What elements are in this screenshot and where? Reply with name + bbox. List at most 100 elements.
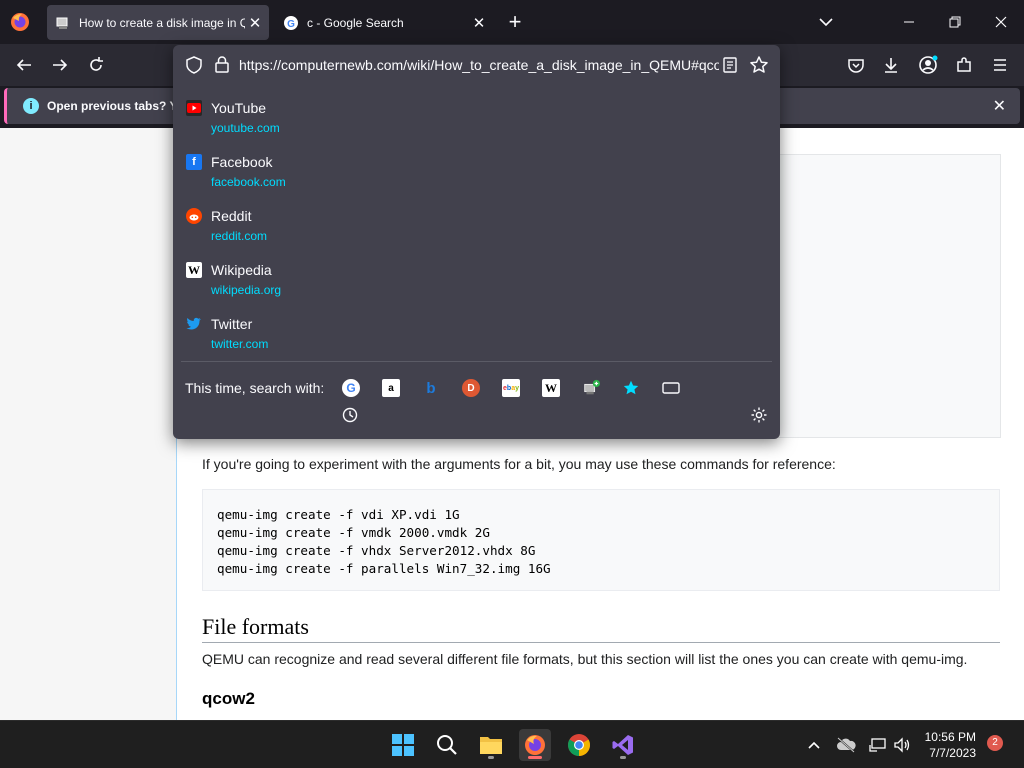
tab-title: How to create a disk image in QEMU (79, 15, 245, 30)
tab-title: c - Google Search (307, 15, 404, 30)
bookmarks-icon[interactable] (622, 379, 640, 397)
extensions-button[interactable] (953, 54, 975, 76)
suggestion-url: twitter.com (211, 337, 269, 351)
gear-icon[interactable] (750, 406, 768, 424)
formats-paragraph: QEMU can recognize and read several diff… (202, 651, 968, 667)
ebay-icon[interactable]: ebay (502, 379, 520, 397)
running-indicator (620, 756, 626, 759)
downloads-button[interactable] (880, 54, 902, 76)
suggestion-name: Facebook (211, 154, 273, 170)
minimize-button[interactable] (897, 10, 921, 34)
lock-icon[interactable] (213, 55, 231, 73)
dropdown-divider (181, 361, 772, 362)
tabs-icon[interactable] (662, 379, 680, 397)
code-block: qemu-img create -f vdi XP.vdi 1G qemu-im… (202, 489, 1000, 591)
start-button[interactable] (387, 729, 419, 761)
notification-count-badge[interactable]: 2 (987, 735, 1003, 751)
suggestion-name: Reddit (211, 208, 252, 224)
system-clock[interactable]: 10:56 PM 7/7/2023 (920, 729, 976, 761)
account-button[interactable] (917, 54, 939, 76)
network-status[interactable] (868, 735, 888, 755)
hamburger-menu-icon (994, 59, 1006, 71)
download-icon (885, 58, 897, 73)
chrome-app[interactable] (563, 729, 595, 761)
firefox-menu-icon[interactable] (10, 12, 30, 32)
svg-text:G: G (287, 19, 295, 30)
reddit-icon (186, 208, 202, 224)
suggestion-reddit[interactable]: Reddit reddit.com (181, 199, 772, 253)
arrow-left-icon (16, 59, 31, 71)
restore-icon (949, 16, 961, 28)
reload-button[interactable] (85, 54, 107, 76)
chevron-up-icon (808, 741, 820, 749)
bing-icon[interactable]: b (422, 379, 440, 397)
back-button[interactable] (13, 54, 35, 76)
suggestion-url: reddit.com (211, 229, 268, 243)
google-icon[interactable]: G (342, 379, 360, 397)
pocket-button[interactable] (845, 54, 867, 76)
list-all-tabs-icon[interactable] (816, 12, 836, 32)
windows-logo-icon (392, 734, 414, 756)
onedrive-status[interactable] (836, 735, 856, 755)
close-icon (995, 16, 1007, 28)
subsection-heading: qcow2 (202, 689, 255, 708)
tab-qemu-disk-image[interactable]: How to create a disk image in QEMU ✕ (47, 5, 269, 40)
code-line: qemu-img create -f parallels Win7_32.img… (217, 561, 551, 576)
firefox-app[interactable] (519, 729, 551, 761)
duckduckgo-icon[interactable]: D (462, 379, 480, 397)
top-sites-list: YouTube youtube.com f Facebook facebook.… (181, 91, 772, 361)
wiki-sidebar (0, 128, 176, 720)
search-button[interactable] (431, 729, 463, 761)
visual-studio-icon (612, 735, 633, 755)
code-line: qemu-img create -f vdi XP.vdi 1G (217, 507, 460, 522)
windows-taskbar: 10:56 PM 7/7/2023 (0, 720, 1024, 768)
suggestion-name: YouTube (211, 100, 267, 116)
intro-paragraph: If you're going to experiment with the a… (202, 456, 836, 472)
amazon-icon[interactable]: a (382, 379, 400, 397)
address-bar[interactable]: https://computernewb.com/wiki/How_to_cre… (173, 45, 780, 85)
suggestion-wikipedia[interactable]: W Wikipedia wikipedia.org (181, 253, 772, 307)
puzzle-icon (957, 57, 971, 72)
new-tab-button[interactable]: + (504, 11, 526, 33)
suggestion-facebook[interactable]: f Facebook facebook.com (181, 145, 772, 199)
restore-button[interactable] (943, 10, 967, 34)
suggestion-twitter[interactable]: Twitter twitter.com (181, 307, 772, 361)
pocket-icon (848, 59, 864, 73)
firefox-icon (525, 735, 545, 755)
suggestion-youtube[interactable]: YouTube youtube.com (181, 91, 772, 145)
suggestion-url: facebook.com (211, 175, 286, 189)
close-notification-icon[interactable]: ✕ (993, 96, 1006, 116)
history-icon[interactable] (342, 407, 358, 423)
notification-text: Open previous tabs? You (47, 99, 192, 113)
computernewb-favicon-icon (56, 17, 68, 29)
bookmark-star-icon[interactable] (749, 55, 769, 75)
wikipedia-icon[interactable]: W (542, 379, 560, 397)
arrow-right-icon (53, 59, 68, 71)
app-menu-button[interactable] (989, 54, 1011, 76)
file-explorer-app[interactable] (475, 729, 507, 761)
account-icon (919, 55, 938, 74)
volume-control[interactable] (892, 735, 912, 755)
visual-studio-app[interactable] (607, 729, 639, 761)
reload-icon (90, 57, 103, 71)
close-tab-icon[interactable]: ✕ (245, 14, 265, 32)
close-window-button[interactable] (989, 10, 1013, 34)
url-input[interactable]: https://computernewb.com/wiki/How_to_cre… (239, 57, 719, 73)
forward-button[interactable] (49, 54, 71, 76)
tab-google-search[interactable]: G c - Google Search ✕ (275, 5, 493, 40)
google-favicon-icon: G (284, 15, 298, 30)
speaker-icon (894, 737, 910, 753)
tracking-protection-icon[interactable] (185, 56, 203, 74)
clock-time: 10:56 PM (924, 730, 976, 744)
chrome-icon (568, 734, 590, 756)
tab-strip: How to create a disk image in QEMU ✕ G c… (0, 0, 1024, 44)
network-icon (869, 738, 886, 752)
close-tab-icon[interactable]: ✕ (469, 14, 489, 32)
search-icon (437, 735, 457, 755)
info-icon: i (23, 98, 39, 114)
minimize-icon (904, 21, 914, 23)
code-line: qemu-img create -f vmdk 2000.vmdk 2G (217, 525, 490, 540)
show-hidden-icons-button[interactable] (804, 735, 824, 755)
computernewb-icon[interactable] (582, 379, 600, 397)
reader-view-icon[interactable] (721, 56, 739, 74)
